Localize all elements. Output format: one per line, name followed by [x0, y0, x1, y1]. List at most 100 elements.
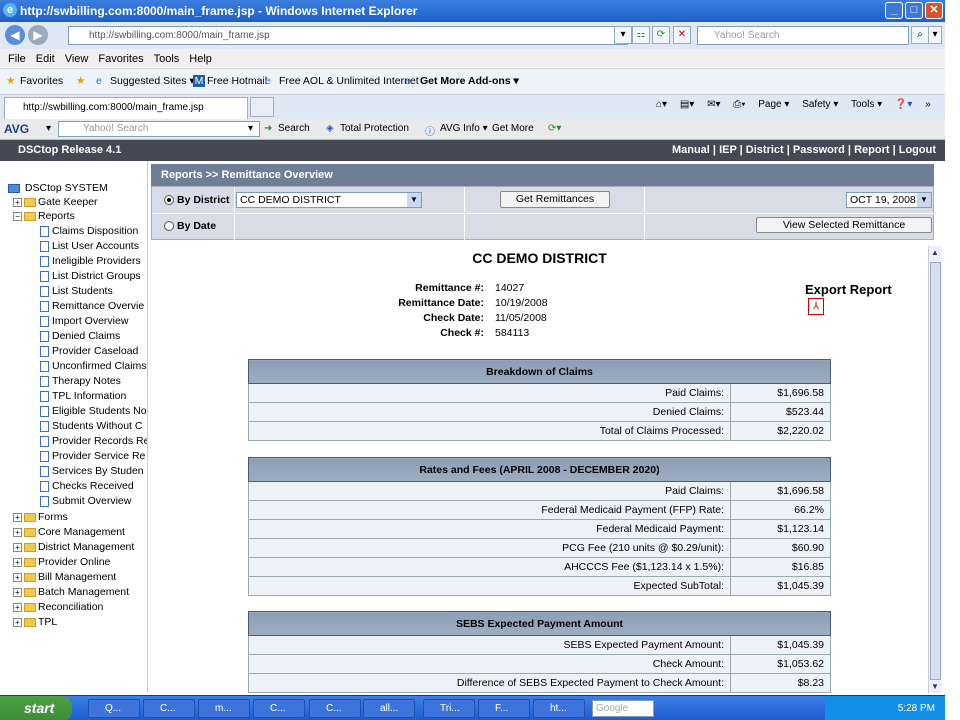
expand-icon[interactable]: + [13, 512, 22, 522]
avg-search-input[interactable]: Yahoo! Search [58, 121, 260, 137]
minimize-icon[interactable]: _ [885, 2, 903, 19]
sidebar-report-item[interactable]: Provider Caseload [40, 344, 138, 359]
favorites-button[interactable]: Favorites [20, 75, 63, 87]
radio-selected-icon[interactable] [164, 195, 174, 206]
feeds-icon[interactable]: ▤▾ [680, 99, 694, 110]
taskbar-item[interactable]: all... [363, 699, 415, 718]
sidebar-report-item[interactable]: Students Without C [40, 419, 142, 434]
expand-icon[interactable]: + [13, 617, 22, 627]
view-selected-remittance-button[interactable]: View Selected Remittance [756, 217, 932, 233]
sidebar-report-item[interactable]: Remittance Overvie [40, 299, 144, 314]
sidebar-folder[interactable]: + Core Management [13, 525, 125, 540]
pdf-icon[interactable]: ⅄ [808, 298, 824, 315]
sidebar-report-item[interactable]: Import Overview [40, 314, 128, 329]
taskbar-item[interactable]: m... [198, 699, 250, 718]
menu-edit[interactable]: Edit [36, 49, 55, 69]
radio-icon[interactable] [164, 221, 174, 232]
chevron-down-icon[interactable]: ▼ [917, 193, 931, 207]
sidebar-report-item[interactable]: Provider Service Re [40, 449, 145, 464]
sidebar-folder[interactable]: + Bill Management [13, 570, 116, 585]
menu-favorites[interactable]: Favorites [98, 49, 143, 69]
favorite-suggested-sites[interactable]: Suggested Sites ▾ [110, 75, 195, 87]
date-select[interactable]: OCT 19, 2008 ▼ [846, 192, 932, 208]
new-tab-button[interactable] [250, 97, 274, 117]
district-select[interactable]: CC DEMO DISTRICT ▼ [236, 192, 422, 208]
avg-settings-icon[interactable]: ⟳▾ [548, 123, 561, 134]
link-logout[interactable]: Logout [899, 144, 936, 156]
by-district-radio[interactable]: By District [164, 194, 230, 206]
print-icon[interactable]: ⎙▾ [733, 99, 745, 110]
search-input[interactable]: Yahoo! Search [697, 26, 909, 45]
link-password[interactable]: Password [793, 144, 845, 156]
home-icon[interactable]: ⌂▾ [656, 99, 667, 110]
sidebar-report-item[interactable]: Eligible Students No [40, 404, 147, 419]
avg-total-protection[interactable]: Total Protection [340, 123, 409, 134]
start-button[interactable]: start [0, 696, 72, 720]
menu-help[interactable]: Help [189, 49, 212, 69]
sidebar-report-item[interactable]: Submit Overview [40, 494, 131, 509]
sidebar-report-item[interactable]: List District Groups [40, 269, 141, 284]
tree-reports[interactable]: − Reports [13, 209, 75, 224]
address-dropdown-icon[interactable]: ▾ [614, 26, 632, 44]
taskbar-item[interactable]: ht... [533, 699, 585, 718]
browser-tab[interactable]: http://swbilling.com:8000/main_frame.jsp [4, 97, 248, 119]
google-search-box[interactable]: Google [592, 700, 654, 717]
avg-search-button[interactable]: Search [278, 123, 310, 134]
tools-menu[interactable]: Tools ▾ [851, 99, 882, 110]
favorite-get-more-addons[interactable]: Get More Add-ons ▾ [420, 75, 519, 87]
add-favorite-icon[interactable]: ★ [76, 75, 85, 87]
taskbar-item[interactable]: Tri... [423, 699, 475, 718]
get-remittances-button[interactable]: Get Remittances [500, 191, 610, 208]
by-date-radio[interactable]: By Date [164, 220, 216, 232]
search-options-icon[interactable]: ▾ [928, 26, 942, 44]
scroll-down-icon[interactable]: ▼ [931, 682, 939, 691]
sidebar-folder[interactable]: + Provider Online [13, 555, 110, 570]
back-icon[interactable]: ◀ [5, 25, 25, 45]
collapse-icon[interactable]: − [13, 211, 22, 221]
sidebar-report-item[interactable]: TPL Information [40, 389, 126, 404]
expand-icon[interactable]: + [13, 602, 22, 612]
taskbar-item[interactable]: F... [478, 699, 530, 718]
sidebar-report-item[interactable]: Unconfirmed Claims [40, 359, 147, 374]
sidebar-folder[interactable]: + TPL [13, 615, 57, 630]
taskbar-item[interactable]: C... [309, 699, 361, 718]
sidebar-report-item[interactable]: Claims Disposition [40, 224, 138, 239]
taskbar-item[interactable]: C... [143, 699, 195, 718]
sidebar-report-item[interactable]: List User Accounts [40, 239, 139, 254]
maximize-icon[interactable]: □ [905, 2, 923, 19]
link-iep[interactable]: IEP [719, 144, 737, 156]
sidebar-report-item[interactable]: List Students [40, 284, 113, 299]
expand-icon[interactable]: + [13, 542, 22, 552]
expand-icon[interactable]: + [13, 572, 22, 582]
avg-menu-icon[interactable]: ▾ [46, 123, 51, 134]
compatibility-icon[interactable]: ⚏ [632, 26, 650, 44]
link-manual[interactable]: Manual [672, 144, 710, 156]
more-icon[interactable]: » [925, 99, 931, 110]
scroll-thumb[interactable] [930, 262, 941, 680]
sidebar-report-item[interactable]: Services By Studen [40, 464, 144, 479]
menu-file[interactable]: File [8, 49, 26, 69]
refresh-icon[interactable]: ⟳ [652, 26, 670, 44]
favorite-free-aol[interactable]: Free AOL & Unlimited Internet [279, 75, 419, 87]
content-scrollbar[interactable]: ▲ ▼ [928, 246, 942, 693]
safety-menu[interactable]: Safety ▾ [802, 99, 838, 110]
avg-search-dropdown-icon[interactable]: ▾ [248, 123, 253, 134]
link-district[interactable]: District [746, 144, 784, 156]
menu-view[interactable]: View [65, 49, 89, 69]
address-bar[interactable]: http://swbilling.com:8000/main_frame.jsp [68, 26, 628, 45]
sidebar-folder[interactable]: + Forms [13, 510, 68, 525]
expand-icon[interactable]: + [13, 197, 22, 207]
sidebar-folder[interactable]: + District Management [13, 540, 134, 555]
sidebar-report-item[interactable]: Ineligible Providers [40, 254, 141, 269]
sidebar-report-item[interactable]: Checks Received [40, 479, 134, 494]
expand-icon[interactable]: + [13, 557, 22, 567]
page-menu[interactable]: Page ▾ [758, 99, 789, 110]
avg-logo[interactable]: AVG [4, 122, 29, 136]
link-report[interactable]: Report [854, 144, 889, 156]
scroll-up-icon[interactable]: ▲ [931, 248, 939, 257]
export-report-label[interactable]: Export Report [805, 282, 892, 297]
avg-get-more[interactable]: Get More [492, 123, 534, 134]
search-go-icon[interactable]: ⌕ [911, 26, 929, 44]
close-icon[interactable]: ✕ [925, 2, 943, 19]
chevron-down-icon[interactable]: ▼ [407, 193, 421, 207]
